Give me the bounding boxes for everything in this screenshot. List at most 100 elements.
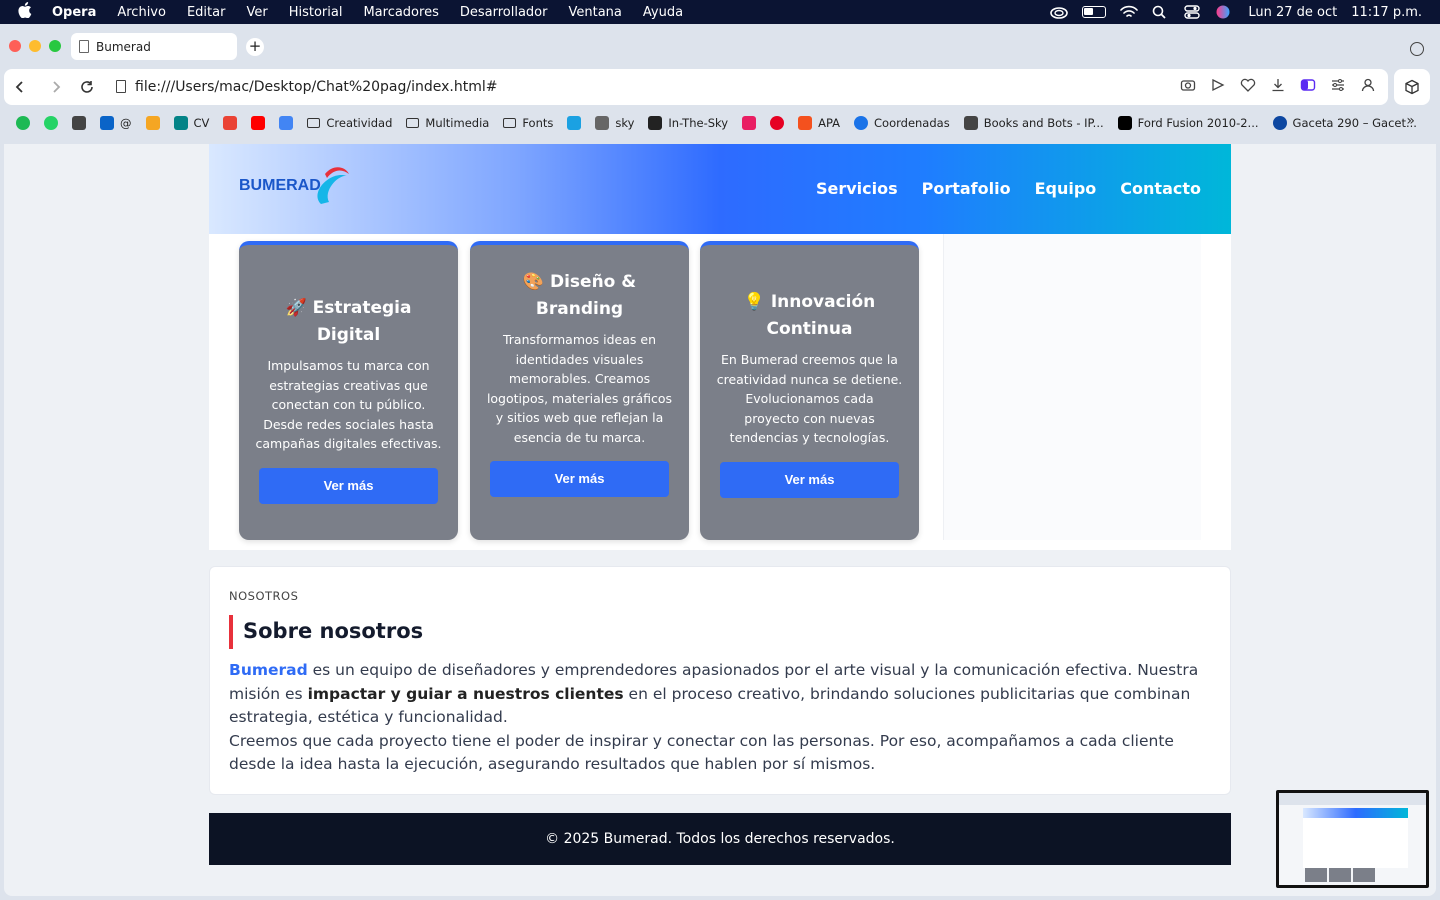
gmail-icon bbox=[223, 116, 238, 130]
menu-editar[interactable]: Editar bbox=[187, 5, 226, 20]
browser-chrome: Bumerad + file:///Users/mac/Desktop/Chat… bbox=[0, 24, 1440, 144]
file-icon bbox=[116, 80, 126, 93]
bookmark-item[interactable] bbox=[145, 116, 160, 130]
page-viewport: BUMERAD Servicios Portafolio Equipo Cont… bbox=[4, 144, 1436, 896]
page-icon bbox=[79, 40, 89, 53]
bookmark-item[interactable]: In-The-Sky bbox=[648, 116, 728, 130]
tab-search-icon[interactable] bbox=[1410, 42, 1424, 56]
siri-icon[interactable] bbox=[1216, 5, 1234, 19]
wifi-icon[interactable] bbox=[1120, 5, 1139, 19]
side-panel bbox=[943, 234, 1201, 540]
menu-marcadores[interactable]: Marcadores bbox=[363, 5, 438, 20]
apple-icon[interactable] bbox=[18, 2, 36, 22]
bookmark-item[interactable]: Gaceta 290 – Gacet... bbox=[1272, 116, 1417, 130]
battery-icon[interactable] bbox=[1082, 6, 1107, 18]
nav-equipo[interactable]: Equipo bbox=[1035, 179, 1097, 198]
colors-icon bbox=[742, 116, 757, 130]
nav-servicios[interactable]: Servicios bbox=[816, 179, 898, 198]
menubar-date[interactable]: Lun 27 de oct bbox=[1248, 5, 1337, 20]
bookmark-item[interactable] bbox=[16, 116, 30, 130]
bookmark-item[interactable]: Fonts bbox=[503, 116, 553, 130]
close-window-button[interactable] bbox=[9, 40, 21, 52]
extensions-button[interactable] bbox=[1394, 69, 1430, 105]
bookmark-item[interactable] bbox=[44, 116, 58, 130]
document-icon bbox=[72, 116, 86, 130]
bookmark-item[interactable]: Multimedia bbox=[406, 116, 489, 130]
easy-setup-icon[interactable] bbox=[1330, 77, 1346, 93]
bookmark-item[interactable]: CV bbox=[173, 116, 210, 130]
bookmark-item[interactable] bbox=[567, 116, 582, 130]
browser-tab-active[interactable]: Bumerad bbox=[71, 33, 237, 60]
sidebar-toggle-icon[interactable] bbox=[1300, 77, 1316, 93]
flow-send-icon[interactable] bbox=[1210, 77, 1226, 93]
ver-mas-button[interactable]: Ver más bbox=[490, 461, 669, 497]
site-footer: © 2025 Bumerad. Todos los derechos reser… bbox=[209, 813, 1231, 865]
bookmark-item[interactable] bbox=[223, 116, 238, 130]
heart-icon[interactable] bbox=[1240, 77, 1256, 93]
bookmark-item[interactable]: Ford Fusion 2010-2... bbox=[1117, 116, 1259, 130]
whatsapp-icon bbox=[44, 116, 58, 130]
control-center-icon[interactable] bbox=[1184, 5, 1202, 19]
section-kicker: NOSOTROS bbox=[229, 589, 299, 603]
bumerad-site: BUMERAD Servicios Portafolio Equipo Cont… bbox=[209, 144, 1231, 866]
bookmark-label: Coordenadas bbox=[874, 116, 950, 130]
nav-contacto[interactable]: Contacto bbox=[1120, 179, 1201, 198]
spotlight-search-icon[interactable] bbox=[1152, 5, 1170, 19]
minimize-window-button[interactable] bbox=[29, 40, 41, 52]
screenshot-thumbnail[interactable] bbox=[1276, 790, 1429, 888]
translate-icon bbox=[279, 116, 294, 130]
menu-ver[interactable]: Ver bbox=[246, 5, 267, 20]
profile-icon[interactable] bbox=[1360, 77, 1376, 93]
menu-ayuda[interactable]: Ayuda bbox=[643, 5, 683, 20]
service-card: 🎨 Diseño & Branding Transformamos ideas … bbox=[470, 241, 689, 540]
folder-icon bbox=[503, 118, 517, 128]
highlight-text: impactar y guiar a nuestros clientes bbox=[307, 684, 624, 703]
menu-archivo[interactable]: Archivo bbox=[117, 5, 166, 20]
rocket-icon: 🚀 bbox=[285, 298, 307, 318]
bookmark-label: Ford Fusion 2010-2... bbox=[1137, 116, 1259, 130]
about-section: NOSOTROS Sobre nosotros Bumerad es un eq… bbox=[209, 566, 1231, 795]
menu-ventana[interactable]: Ventana bbox=[568, 5, 621, 20]
bookmark-item[interactable] bbox=[770, 116, 785, 130]
bookmark-item[interactable]: sky bbox=[595, 116, 634, 130]
forward-icon[interactable] bbox=[50, 79, 62, 98]
bookmark-label: CV bbox=[193, 116, 210, 130]
bookmark-item[interactable] bbox=[279, 116, 294, 130]
menu-desarrollador[interactable]: Desarrollador bbox=[460, 5, 548, 20]
menu-app-name[interactable]: Opera bbox=[52, 5, 96, 20]
bookmark-item[interactable]: Creatividad bbox=[307, 116, 392, 130]
folder-icon bbox=[307, 118, 321, 128]
reload-icon[interactable] bbox=[80, 79, 94, 98]
bookmark-item[interactable]: Books and Bots - IP... bbox=[963, 116, 1104, 130]
csd-icon bbox=[1117, 116, 1132, 130]
speed-icon bbox=[595, 116, 610, 130]
services-section: 🚀 Estrategia Digital Impulsamos tu marca… bbox=[209, 234, 1231, 550]
bookmark-item[interactable] bbox=[251, 116, 266, 130]
back-icon[interactable] bbox=[14, 79, 26, 98]
bumerad-logo[interactable]: BUMERAD bbox=[239, 162, 351, 214]
logo-text: BUMERAD bbox=[239, 177, 321, 194]
section-title: Sobre nosotros bbox=[243, 619, 424, 643]
url-field[interactable]: file:///Users/mac/Desktop/Chat%20pag/ind… bbox=[135, 79, 497, 95]
ver-mas-button[interactable]: Ver más bbox=[720, 461, 899, 498]
bookmarks-more-icon[interactable]: » bbox=[1406, 113, 1415, 129]
creative-cloud-icon[interactable] bbox=[1050, 5, 1069, 19]
download-icon[interactable] bbox=[1270, 77, 1286, 93]
bookmark-label: APA bbox=[818, 116, 841, 130]
address-bar: file:///Users/mac/Desktop/Chat%20pag/ind… bbox=[4, 69, 1388, 105]
bookmark-item[interactable]: APA bbox=[798, 116, 840, 130]
menubar-time[interactable]: 11:17 p.m. bbox=[1351, 5, 1422, 20]
bookmark-item[interactable] bbox=[72, 116, 86, 130]
bookmark-item[interactable] bbox=[742, 116, 757, 130]
menu-historial[interactable]: Historial bbox=[289, 5, 343, 20]
bookmark-item[interactable]: Coordenadas bbox=[854, 116, 950, 130]
ver-mas-button[interactable]: Ver más bbox=[259, 467, 438, 504]
vpn-icon bbox=[567, 116, 582, 130]
bookmark-label: Books and Bots - IP... bbox=[983, 116, 1104, 130]
nav-portafolio[interactable]: Portafolio bbox=[922, 179, 1011, 198]
bookmark-item[interactable]: @ bbox=[100, 116, 132, 130]
maximize-window-button[interactable] bbox=[49, 40, 61, 52]
camera-icon[interactable] bbox=[1180, 77, 1196, 93]
new-tab-button[interactable]: + bbox=[246, 38, 264, 56]
site-header: BUMERAD Servicios Portafolio Equipo Cont… bbox=[209, 144, 1231, 234]
